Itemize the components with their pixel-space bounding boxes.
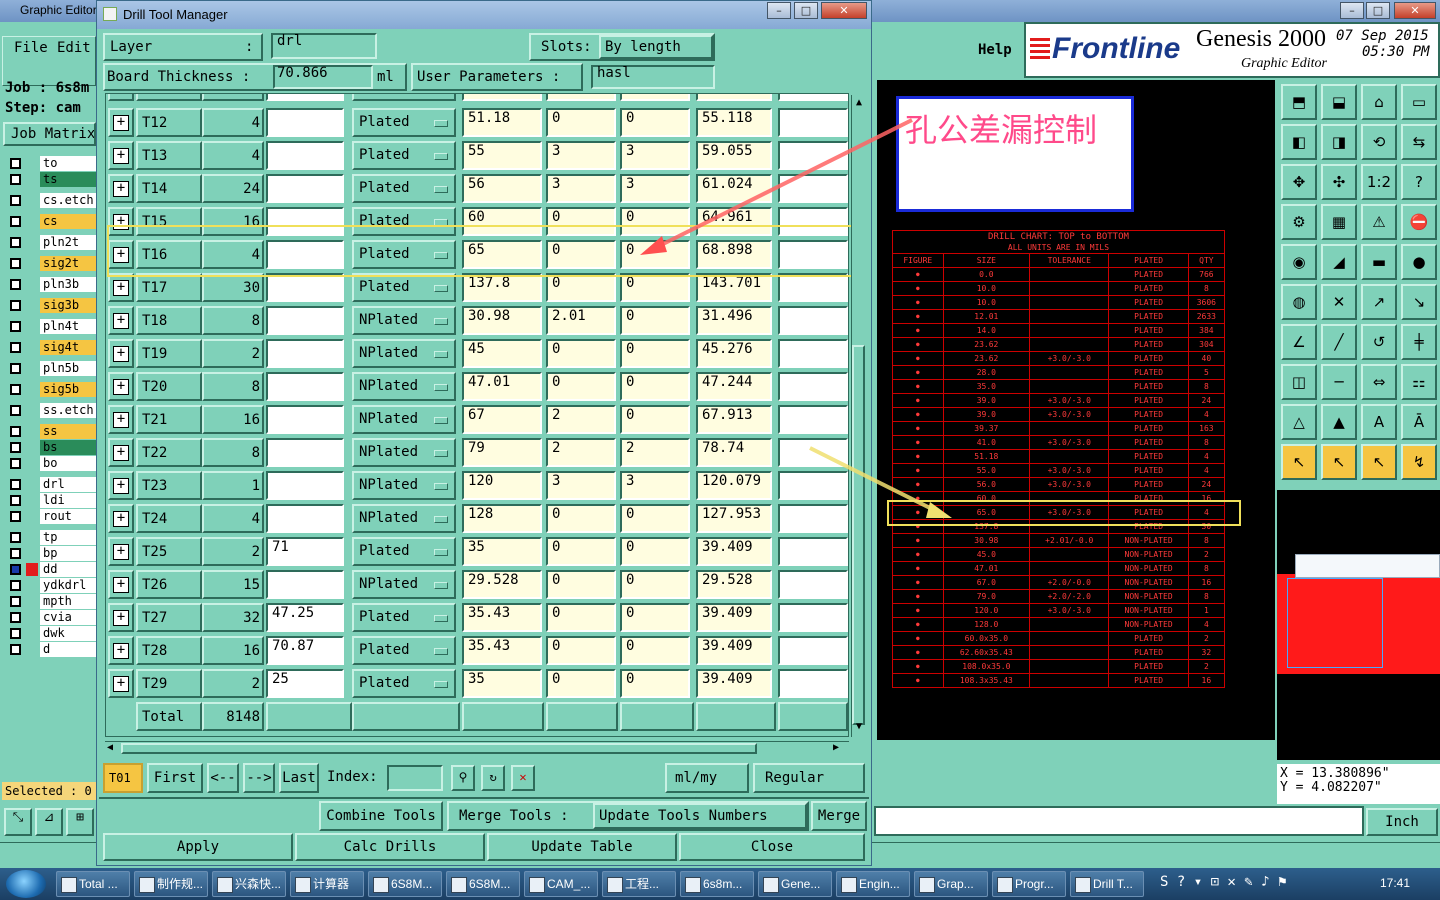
tray-icons[interactable]: S ? ▾ ⊡ ✕ ✎ ♪ ⚑: [1160, 874, 1286, 890]
clock: 17:41: [1380, 876, 1411, 890]
taskbar-item[interactable]: Grap...: [914, 871, 988, 897]
taskbar-item[interactable]: 工程...: [602, 871, 676, 897]
taskbar-item[interactable]: 制作规...: [134, 871, 208, 897]
taskbar-item[interactable]: Gene...: [758, 871, 832, 897]
red-arrow-head: [640, 236, 667, 255]
taskbar-item[interactable]: 6S8M...: [368, 871, 442, 897]
yellow-arrow: [809, 446, 939, 514]
taskbar-item[interactable]: CAM_...: [524, 871, 598, 897]
start-button[interactable]: [6, 870, 46, 898]
yellow-arrow-head: [926, 502, 952, 518]
taskbar-item[interactable]: Engin...: [836, 871, 910, 897]
taskbar-item[interactable]: 6S8M...: [446, 871, 520, 897]
taskbar-item[interactable]: Total ...: [56, 871, 130, 897]
taskbar: Total ... 制作规... 兴森快... 计算器 6S8M... 6S8M... CA…: [0, 868, 1440, 900]
taskbar-item[interactable]: Drill T...: [1070, 871, 1144, 897]
red-arrow: [654, 118, 913, 250]
taskbar-item[interactable]: 6s8m...: [680, 871, 754, 897]
taskbar-item[interactable]: 计算器: [290, 871, 364, 897]
taskbar-item[interactable]: Progr...: [992, 871, 1066, 897]
arrows-overlay: [640, 118, 952, 518]
taskbar-item[interactable]: 兴森快...: [212, 871, 286, 897]
